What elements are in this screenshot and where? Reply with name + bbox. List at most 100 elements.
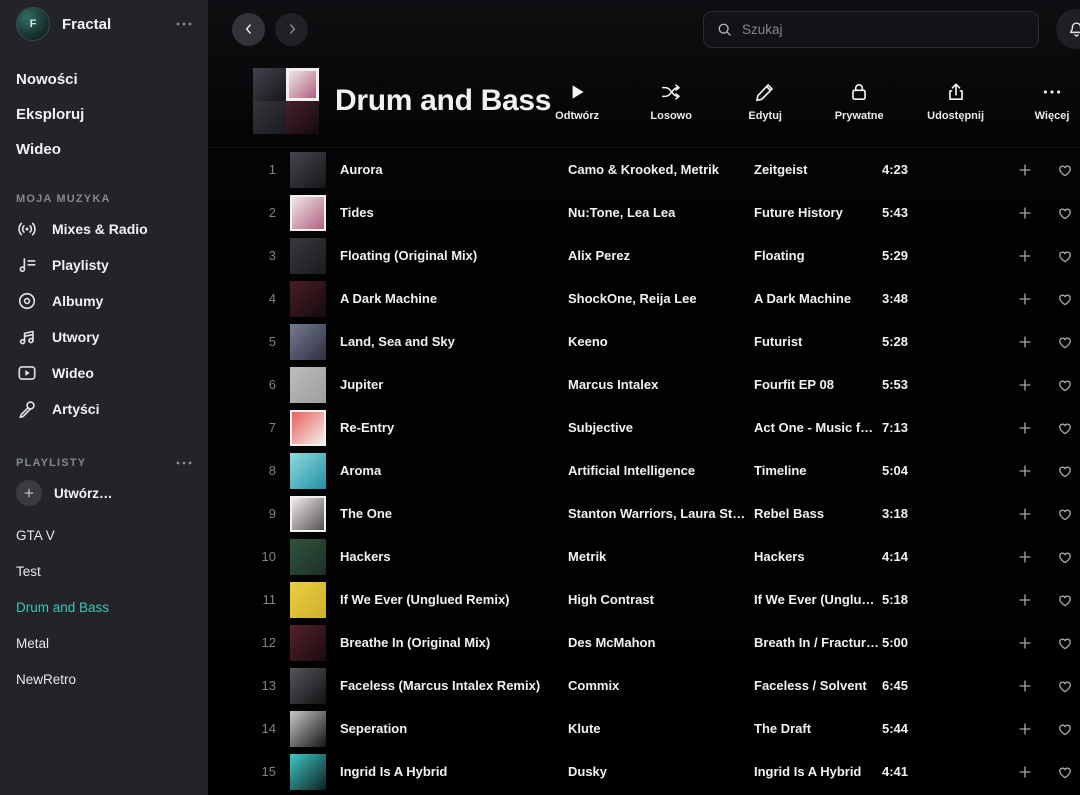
track-artist[interactable]: Alix Perez	[568, 248, 754, 263]
track-artist[interactable]: Camo & Krooked, Metrik	[568, 162, 754, 177]
track-album[interactable]: Breath In / Fractur…	[754, 635, 882, 650]
nav-item[interactable]: Wideo	[16, 132, 208, 167]
add-to-playlist-button[interactable]	[1010, 333, 1040, 351]
favorite-button[interactable]	[1040, 505, 1074, 523]
add-to-playlist-button[interactable]	[1010, 419, 1040, 437]
playlist-link[interactable]: Metal	[16, 625, 208, 661]
favorite-button[interactable]	[1040, 763, 1074, 781]
add-to-playlist-button[interactable]	[1010, 591, 1040, 609]
action-button[interactable]: Udostępnij	[927, 81, 984, 122]
playlist-link[interactable]: Drum and Bass	[16, 589, 208, 625]
playlist-link[interactable]: Test	[16, 553, 208, 589]
track-artist[interactable]: Artificial Intelligence	[568, 463, 754, 478]
playlist-link[interactable]: GTA V	[16, 517, 208, 553]
add-to-playlist-button[interactable]	[1010, 763, 1040, 781]
sidebar-item[interactable]: Playlisty	[16, 247, 208, 283]
track-album[interactable]: If We Ever (Unglu…	[754, 592, 882, 607]
add-to-playlist-button[interactable]	[1010, 161, 1040, 179]
track-album[interactable]: Hackers	[754, 549, 882, 564]
track-album[interactable]: Future History	[754, 205, 882, 220]
track-album[interactable]: Rebel Bass	[754, 506, 882, 521]
track-row[interactable]: 12 Breathe In (Original Mix) Des McMahon…	[208, 621, 1080, 664]
forward-button[interactable]	[275, 13, 308, 46]
track-album[interactable]: Zeitgeist	[754, 162, 882, 177]
track-artist[interactable]: Keeno	[568, 334, 754, 349]
track-row[interactable]: 15 Ingrid Is A Hybrid Dusky Ingrid Is A …	[208, 750, 1080, 793]
add-to-playlist-button[interactable]	[1010, 247, 1040, 265]
favorite-button[interactable]	[1040, 677, 1074, 695]
sidebar-item[interactable]: Artyści	[16, 391, 208, 427]
track-row[interactable]: 3 Floating (Original Mix) Alix Perez Flo…	[208, 234, 1080, 277]
track-row[interactable]: 10 Hackers Metrik Hackers 4:14	[208, 535, 1080, 578]
nav-item[interactable]: Eksploruj	[16, 97, 208, 132]
add-to-playlist-button[interactable]	[1010, 462, 1040, 480]
track-album[interactable]: The Draft	[754, 721, 882, 736]
track-row[interactable]: 6 Jupiter Marcus Intalex Fourfit EP 08 5…	[208, 363, 1080, 406]
track-row[interactable]: 1 Aurora Camo & Krooked, Metrik Zeitgeis…	[208, 148, 1080, 191]
favorite-button[interactable]	[1040, 548, 1074, 566]
track-row[interactable]: 9 The One Stanton Warriors, Laura St… Re…	[208, 492, 1080, 535]
track-row[interactable]: 8 Aroma Artificial Intelligence Timeline…	[208, 449, 1080, 492]
track-artist[interactable]: Dusky	[568, 764, 754, 779]
favorite-button[interactable]	[1040, 290, 1074, 308]
track-row[interactable]: 11 If We Ever (Unglued Remix) High Contr…	[208, 578, 1080, 621]
track-artist[interactable]: High Contrast	[568, 592, 754, 607]
track-artist[interactable]: Klute	[568, 721, 754, 736]
sidebar-item[interactable]: Mixes & Radio	[16, 211, 208, 247]
add-to-playlist-button[interactable]	[1010, 505, 1040, 523]
nav-item[interactable]: Nowości	[16, 62, 208, 97]
track-artist[interactable]: ShockOne, Reija Lee	[568, 291, 754, 306]
add-to-playlist-button[interactable]	[1010, 548, 1040, 566]
track-album[interactable]: Timeline	[754, 463, 882, 478]
track-album[interactable]: Faceless / Solvent	[754, 678, 882, 693]
sidebar-item[interactable]: Utwory	[16, 319, 208, 355]
favorite-button[interactable]	[1040, 720, 1074, 738]
track-artist[interactable]: Subjective	[568, 420, 754, 435]
track-row[interactable]: 4 A Dark Machine ShockOne, Reija Lee A D…	[208, 277, 1080, 320]
favorite-button[interactable]	[1040, 591, 1074, 609]
add-to-playlist-button[interactable]	[1010, 376, 1040, 394]
favorite-button[interactable]	[1040, 462, 1074, 480]
track-row[interactable]: 2 Tides Nu:Tone, Lea Lea Future History …	[208, 191, 1080, 234]
track-artist[interactable]: Metrik	[568, 549, 754, 564]
track-artist[interactable]: Stanton Warriors, Laura St…	[568, 506, 754, 521]
track-album[interactable]: Floating	[754, 248, 882, 263]
action-button[interactable]: Edytuj	[739, 81, 791, 122]
track-row[interactable]: 14 Seperation Klute The Draft 5:44	[208, 707, 1080, 750]
sidebar-item[interactable]: Albumy	[16, 283, 208, 319]
track-row[interactable]: 5 Land, Sea and Sky Keeno Futurist 5:28	[208, 320, 1080, 363]
track-album[interactable]: Fourfit EP 08	[754, 377, 882, 392]
track-artist[interactable]: Nu:Tone, Lea Lea	[568, 205, 754, 220]
track-album[interactable]: A Dark Machine	[754, 291, 882, 306]
app-logo[interactable]: F	[16, 7, 50, 41]
notifications-button[interactable]	[1056, 9, 1080, 49]
back-button[interactable]	[232, 13, 265, 46]
add-to-playlist-button[interactable]	[1010, 677, 1040, 695]
app-menu-button[interactable]	[174, 14, 194, 34]
track-album[interactable]: Ingrid Is A Hybrid	[754, 764, 882, 779]
track-album[interactable]: Act One - Music f…	[754, 420, 882, 435]
add-to-playlist-button[interactable]	[1010, 204, 1040, 222]
action-button[interactable]: Więcej	[1026, 81, 1078, 122]
favorite-button[interactable]	[1040, 333, 1074, 351]
playlist-cover[interactable]	[253, 68, 319, 134]
search-box[interactable]	[703, 11, 1039, 48]
favorite-button[interactable]	[1040, 634, 1074, 652]
favorite-button[interactable]	[1040, 161, 1074, 179]
add-to-playlist-button[interactable]	[1010, 290, 1040, 308]
action-button[interactable]: Odtwórz	[551, 81, 603, 122]
action-button[interactable]: Prywatne	[833, 81, 885, 122]
favorite-button[interactable]	[1040, 419, 1074, 437]
sidebar-item[interactable]: Wideo	[16, 355, 208, 391]
favorite-button[interactable]	[1040, 376, 1074, 394]
track-artist[interactable]: Marcus Intalex	[568, 377, 754, 392]
track-album[interactable]: Futurist	[754, 334, 882, 349]
track-artist[interactable]: Commix	[568, 678, 754, 693]
playlist-link[interactable]: NewRetro	[16, 661, 208, 697]
track-artist[interactable]: Des McMahon	[568, 635, 754, 650]
favorite-button[interactable]	[1040, 204, 1074, 222]
add-to-playlist-button[interactable]	[1010, 634, 1040, 652]
search-input[interactable]	[742, 22, 1026, 37]
favorite-button[interactable]	[1040, 247, 1074, 265]
track-row[interactable]: 13 Faceless (Marcus Intalex Remix) Commi…	[208, 664, 1080, 707]
